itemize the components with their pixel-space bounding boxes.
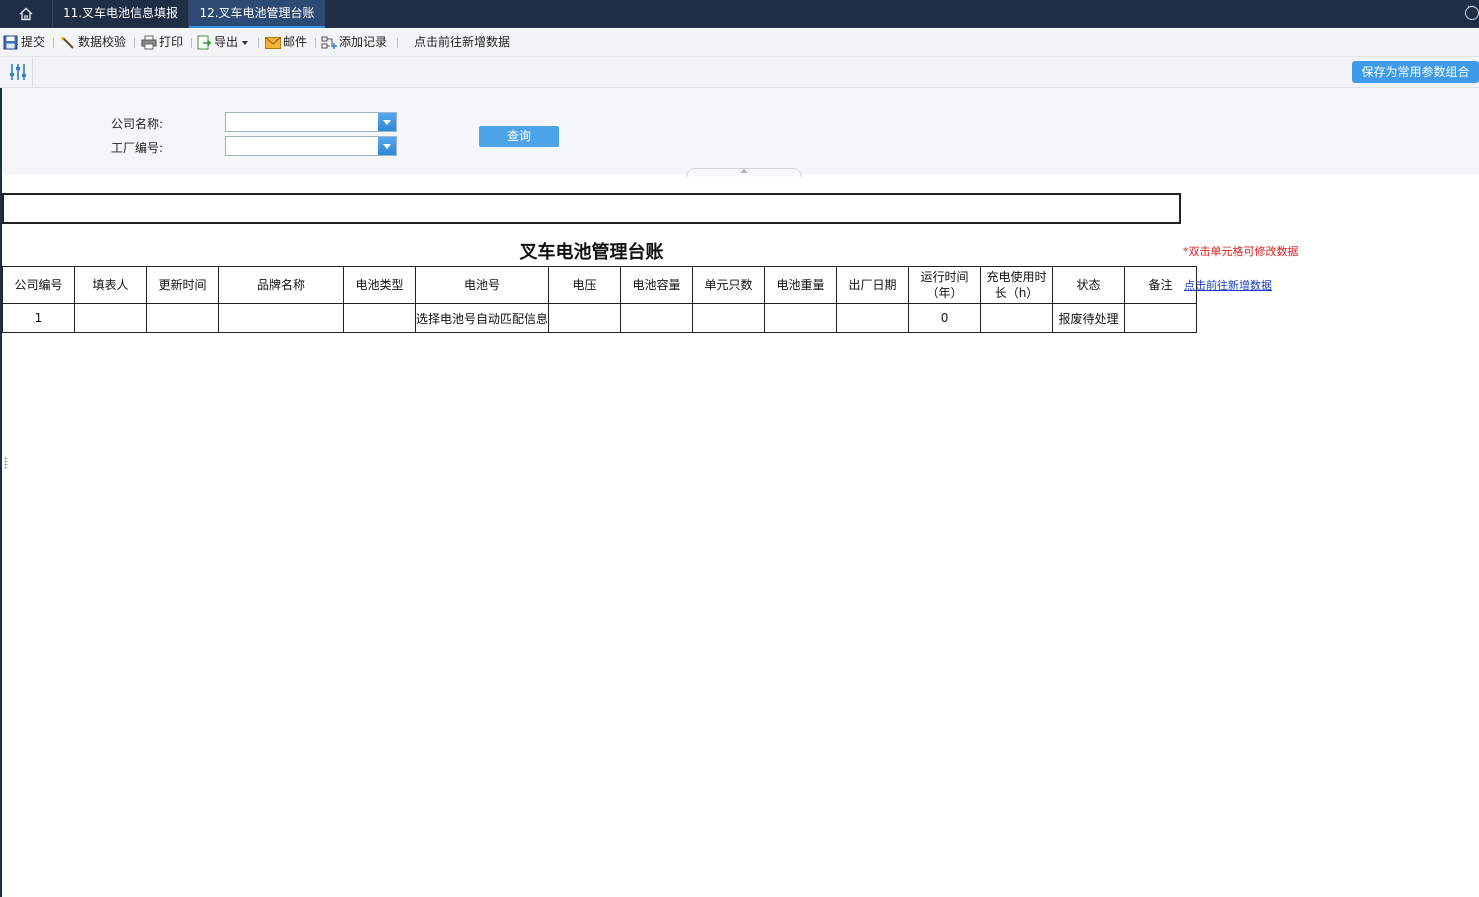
table-cell[interactable] bbox=[836, 303, 910, 333]
column-header: 单元只数 bbox=[692, 266, 766, 304]
print-label: 打印 bbox=[159, 35, 184, 49]
submit-button[interactable]: 提交 bbox=[3, 34, 45, 51]
mail-label: 邮件 bbox=[283, 35, 308, 49]
export-label: 导出 bbox=[214, 35, 239, 49]
chevron-down-icon[interactable] bbox=[378, 113, 396, 131]
table-cell[interactable] bbox=[764, 303, 838, 333]
tab-battery-ledger[interactable]: 12.叉车电池管理台账 bbox=[189, 0, 325, 28]
tab-bar: 11.叉车电池信息填报 12.叉车电池管理台账 bbox=[0, 0, 1479, 28]
column-header: 充电使用时长（h） bbox=[980, 266, 1054, 304]
status-cell[interactable]: 报废待处理 bbox=[1052, 303, 1126, 333]
column-header: 更新时间 bbox=[146, 266, 219, 304]
table-cell[interactable] bbox=[620, 303, 694, 333]
toolbar: 提交 数据校验 打印 导出 邮件 添加记录 点击前往新增数据 bbox=[0, 29, 1479, 57]
home-button[interactable] bbox=[0, 0, 53, 28]
collapse-panel-handle[interactable] bbox=[686, 168, 802, 177]
query-button[interactable]: 查询 bbox=[479, 126, 559, 147]
toolbar-divider bbox=[397, 38, 398, 48]
column-header: 出厂日期 bbox=[836, 266, 910, 304]
validate-button[interactable]: 数据校验 bbox=[60, 34, 126, 51]
table-cell[interactable] bbox=[218, 303, 344, 333]
column-header: 备注 bbox=[1124, 266, 1198, 304]
battery-number-select-cell[interactable]: 选择电池号自动匹配信息 bbox=[414, 303, 550, 333]
mail-icon bbox=[265, 36, 281, 49]
more-options-icon[interactable] bbox=[1465, 2, 1479, 20]
table-cell[interactable] bbox=[692, 303, 766, 333]
print-button[interactable]: 打印 bbox=[141, 34, 183, 51]
mail-button[interactable]: 邮件 bbox=[265, 34, 307, 51]
sliders-icon bbox=[9, 64, 26, 80]
company-name-label: 公司名称: bbox=[111, 117, 164, 131]
printer-icon bbox=[141, 35, 157, 50]
column-header: 公司编号 bbox=[2, 266, 75, 304]
toolbar-divider bbox=[191, 38, 192, 48]
table-cell[interactable] bbox=[146, 303, 219, 333]
tab-battery-info-report[interactable]: 11.叉车电池信息填报 bbox=[53, 0, 189, 28]
company-name-select[interactable] bbox=[225, 112, 397, 132]
table-header-row: 公司编号 填表人 更新时间 品牌名称 电池类型 电池号 电压 电池容量 单元只数… bbox=[2, 266, 1198, 304]
column-header: 品牌名称 bbox=[218, 266, 344, 304]
column-header: 电池重量 bbox=[764, 266, 838, 304]
goto-add-data-link[interactable]: 点击前往新增数据 bbox=[1184, 277, 1272, 293]
submit-label: 提交 bbox=[21, 35, 46, 49]
toolbar-divider bbox=[134, 38, 135, 48]
table-cell[interactable]: 1 bbox=[2, 303, 75, 333]
parameter-settings-button[interactable] bbox=[3, 57, 33, 87]
table-cell[interactable] bbox=[980, 303, 1054, 333]
column-header: 运行时间（年） bbox=[908, 266, 982, 304]
table-cell[interactable] bbox=[548, 303, 622, 333]
add-record-label: 添加记录 bbox=[339, 35, 388, 49]
table-cell[interactable]: 0 bbox=[908, 303, 982, 333]
parameter-panel: 公司名称: 工厂编号: 查询 bbox=[0, 88, 1479, 177]
ledger-table: 公司编号 填表人 更新时间 品牌名称 电池类型 电池号 电压 电池容量 单元只数… bbox=[2, 266, 1198, 333]
export-icon bbox=[197, 35, 212, 50]
column-header: 填表人 bbox=[74, 266, 147, 304]
column-header: 状态 bbox=[1052, 266, 1126, 304]
filter-bar: 保存为常用参数组合 bbox=[0, 57, 1479, 88]
report-title: 叉车电池管理台账 bbox=[519, 242, 664, 263]
validate-label: 数据校验 bbox=[78, 35, 127, 49]
column-header: 电池容量 bbox=[620, 266, 694, 304]
chevron-down-icon bbox=[242, 40, 249, 45]
column-header: 电池号 bbox=[414, 266, 550, 304]
magic-wand-icon bbox=[60, 36, 74, 49]
splitter-handle[interactable] bbox=[4, 457, 8, 469]
save-icon bbox=[3, 35, 18, 50]
add-record-icon bbox=[321, 36, 337, 49]
toolbar-divider bbox=[315, 38, 316, 48]
table-cell[interactable] bbox=[1124, 303, 1198, 333]
chevron-down-icon[interactable] bbox=[378, 137, 396, 155]
table-cell[interactable] bbox=[343, 303, 416, 333]
table-row: 1 选择电池号自动匹配信息 0 报废待处理 bbox=[2, 303, 1198, 333]
column-header: 电压 bbox=[548, 266, 622, 304]
save-param-combo-button[interactable]: 保存为常用参数组合 bbox=[1352, 61, 1479, 83]
goto-add-data-button[interactable]: 点击前往新增数据 bbox=[414, 34, 510, 51]
toolbar-divider bbox=[258, 38, 259, 48]
export-button[interactable]: 导出 bbox=[197, 34, 249, 51]
report-header-box bbox=[2, 193, 1181, 224]
toolbar-divider bbox=[53, 38, 54, 48]
column-header: 电池类型 bbox=[343, 266, 416, 304]
factory-number-select[interactable] bbox=[225, 136, 397, 156]
edit-hint-note: *双击单元格可修改数据 bbox=[1183, 245, 1299, 258]
home-icon bbox=[19, 7, 33, 21]
table-cell[interactable] bbox=[74, 303, 147, 333]
factory-number-label: 工厂编号: bbox=[111, 141, 164, 155]
add-record-button[interactable]: 添加记录 bbox=[321, 34, 387, 51]
